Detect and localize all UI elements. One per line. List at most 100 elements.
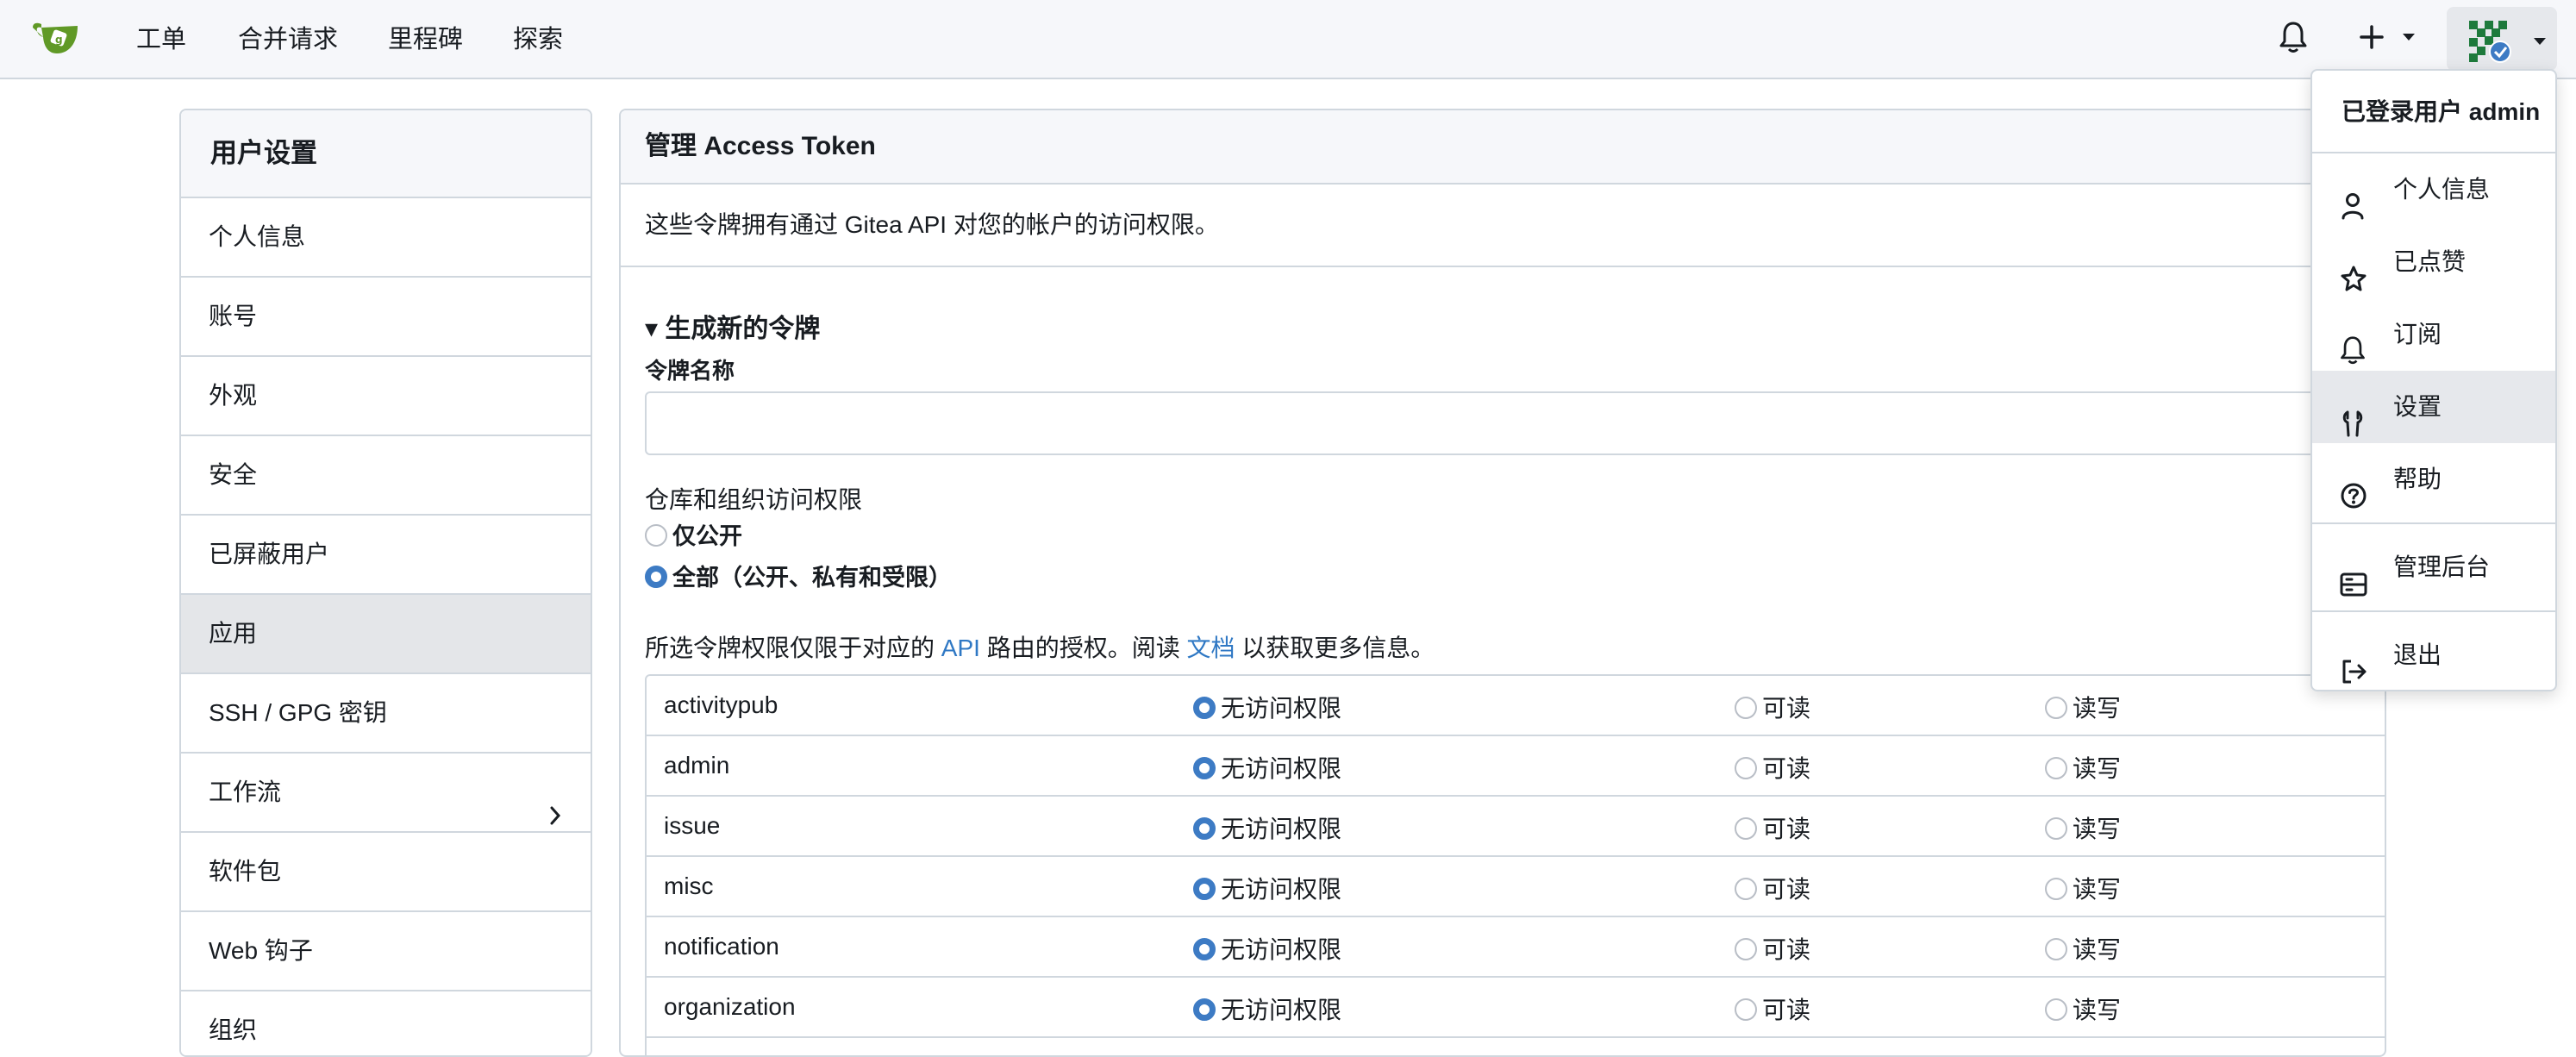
scope-option[interactable]: 无访问权限 (1193, 931, 1341, 966)
scope-option[interactable]: 无访问权限 (1193, 991, 1341, 1026)
scope-name: package (664, 1054, 755, 1055)
menu-item-subscriptions[interactable]: 订阅 (2312, 298, 2555, 371)
radio-button-selected[interactable] (1193, 998, 1216, 1021)
scope-option[interactable]: 无访问权限 (1193, 871, 1341, 905)
nav-link-milestones[interactable]: 里程碑 (388, 21, 463, 59)
chevron-down-icon[interactable] (2402, 33, 2416, 41)
radio-button-selected[interactable] (1193, 756, 1216, 779)
user-settings-sidebar: 用户设置 个人信息 账号 外观 安全 已屏蔽用户 应用 SSH / GPG 密钥… (179, 109, 592, 1057)
scope-row: package 无访问权限 可读 读写 (647, 1038, 2385, 1055)
radio-button[interactable] (2045, 696, 2067, 719)
radio-button[interactable] (2045, 756, 2067, 779)
radio-button-selected[interactable] (645, 565, 667, 588)
menu-divider (2312, 610, 2555, 612)
radio-button[interactable] (2045, 998, 2067, 1021)
scope-option[interactable]: 读写 (2045, 1052, 2121, 1055)
sidebar-item-ssh-gpg-keys[interactable]: SSH / GPG 密钥 (181, 674, 591, 754)
avatar[interactable] (2466, 17, 2512, 68)
radio-button[interactable] (1735, 756, 1757, 779)
scope-option[interactable]: 可读 (1735, 871, 1810, 905)
sidebar-item-applications[interactable]: 应用 (181, 595, 591, 674)
radio-button[interactable] (2045, 937, 2067, 960)
gitea-logo-icon[interactable]: g (29, 17, 84, 59)
user-menu-trigger[interactable] (2447, 7, 2557, 71)
menu-item-label: 管理后台 (2393, 554, 2491, 580)
sidebar-item-blocked-users[interactable]: 已屏蔽用户 (181, 516, 591, 595)
radio-button[interactable] (1735, 937, 1757, 960)
scope-option[interactable]: 可读 (1735, 1052, 1810, 1055)
radio-button-selected[interactable] (1193, 816, 1216, 840)
scope-permissions-table: activitypub 无访问权限 可读 读写 admin 无访问权限 可读 读写 issue 无… (645, 674, 2385, 1055)
scope-option[interactable]: 无访问权限 (1193, 1052, 1341, 1055)
scope-option[interactable]: 可读 (1735, 750, 1810, 785)
token-name-input[interactable] (645, 391, 2385, 455)
scope-option[interactable]: 读写 (2045, 931, 2121, 966)
scope-row: notification 无访问权限 可读 读写 (647, 917, 2385, 978)
radio-button[interactable] (2045, 877, 2067, 900)
radio-button-selected[interactable] (1193, 696, 1216, 719)
plus-icon[interactable] (2359, 24, 2385, 50)
radio-button[interactable] (645, 523, 667, 547)
sidebar-item-security[interactable]: 安全 (181, 436, 591, 516)
scope-option[interactable]: 可读 (1735, 690, 1810, 724)
menu-item-site-admin[interactable]: 管理后台 (2312, 531, 2555, 604)
scope-option[interactable]: 无访问权限 (1193, 810, 1341, 845)
radio-public-only[interactable]: 仅公开 (645, 517, 742, 551)
radio-label: 全部（公开、私有和受限） (672, 565, 952, 591)
sidebar-item-appearance[interactable]: 外观 (181, 357, 591, 436)
api-link[interactable]: API (941, 635, 980, 661)
menu-item-settings[interactable]: 设置 (2312, 371, 2555, 443)
scope-option[interactable]: 可读 (1735, 810, 1810, 845)
menu-item-sign-out[interactable]: 退出 (2312, 619, 2555, 690)
scope-option[interactable]: 读写 (2045, 991, 2121, 1026)
scope-option-label: 读写 (2073, 816, 2122, 842)
sidebar-item-webhooks[interactable]: Web 钩子 (181, 912, 591, 991)
radio-button[interactable] (1735, 696, 1757, 719)
menu-item-profile[interactable]: 个人信息 (2312, 153, 2555, 226)
scope-option[interactable]: 读写 (2045, 810, 2121, 845)
token-name-label: 令牌名称 (645, 358, 735, 384)
sidebar-item-profile[interactable]: 个人信息 (181, 198, 591, 278)
scope-option-label: 读写 (2073, 936, 2122, 963)
docs-link[interactable]: 文档 (1186, 635, 1235, 661)
nav-link-explore[interactable]: 探索 (513, 21, 563, 59)
scope-row: misc 无访问权限 可读 读写 (647, 857, 2385, 917)
radio-button[interactable] (1735, 998, 1757, 1021)
scope-name: admin (664, 752, 730, 779)
radio-button-selected[interactable] (1193, 937, 1216, 960)
scope-option[interactable]: 可读 (1735, 991, 1810, 1026)
nav-link-issues[interactable]: 工单 (136, 21, 186, 59)
scope-option[interactable]: 读写 (2045, 871, 2121, 905)
scope-option[interactable]: 读写 (2045, 690, 2121, 724)
generate-token-toggle[interactable]: ▾ 生成新的令牌 (645, 307, 820, 345)
panel-title: 管理 Access Token (621, 110, 2385, 185)
sidebar-item-organizations[interactable]: 组织 (181, 991, 591, 1055)
radio-button[interactable] (2045, 816, 2067, 840)
menu-item-starred[interactable]: 已点赞 (2312, 226, 2555, 298)
sign-out-icon (2340, 641, 2367, 690)
radio-all-access[interactable]: 全部（公开、私有和受限） (645, 559, 952, 592)
scope-option-label: 可读 (1762, 695, 1811, 722)
scope-option-label: 无访问权限 (1221, 997, 1342, 1023)
nav-link-pull-requests[interactable]: 合并请求 (238, 21, 338, 59)
server-icon (2340, 554, 2367, 626)
sidebar-item-packages[interactable]: 软件包 (181, 833, 591, 912)
chevron-down-icon[interactable] (2533, 34, 2547, 50)
repo-access-label: 仓库和组织访问权限 (645, 486, 863, 513)
scope-name: notification (664, 933, 779, 960)
radio-button[interactable] (1735, 816, 1757, 840)
sidebar-item-account[interactable]: 账号 (181, 278, 591, 357)
menu-item-label: 已点赞 (2393, 248, 2467, 275)
scope-option[interactable]: 读写 (2045, 750, 2121, 785)
scope-note: 所选令牌权限仅限于对应的 API 路由的授权。阅读 文档 以获取更多信息。 (645, 629, 1435, 664)
scope-option[interactable]: 可读 (1735, 931, 1810, 966)
scope-option[interactable]: 无访问权限 (1193, 690, 1341, 724)
sidebar-item-label: 工作流 (209, 779, 282, 805)
radio-button-selected[interactable] (1193, 877, 1216, 900)
radio-button[interactable] (1735, 877, 1757, 900)
menu-item-help[interactable]: 帮助 (2312, 443, 2555, 516)
bell-icon[interactable] (2279, 21, 2307, 53)
scope-option-label: 可读 (1762, 816, 1811, 842)
scope-option[interactable]: 无访问权限 (1193, 750, 1341, 785)
sidebar-item-workflows[interactable]: 工作流 (181, 754, 591, 833)
